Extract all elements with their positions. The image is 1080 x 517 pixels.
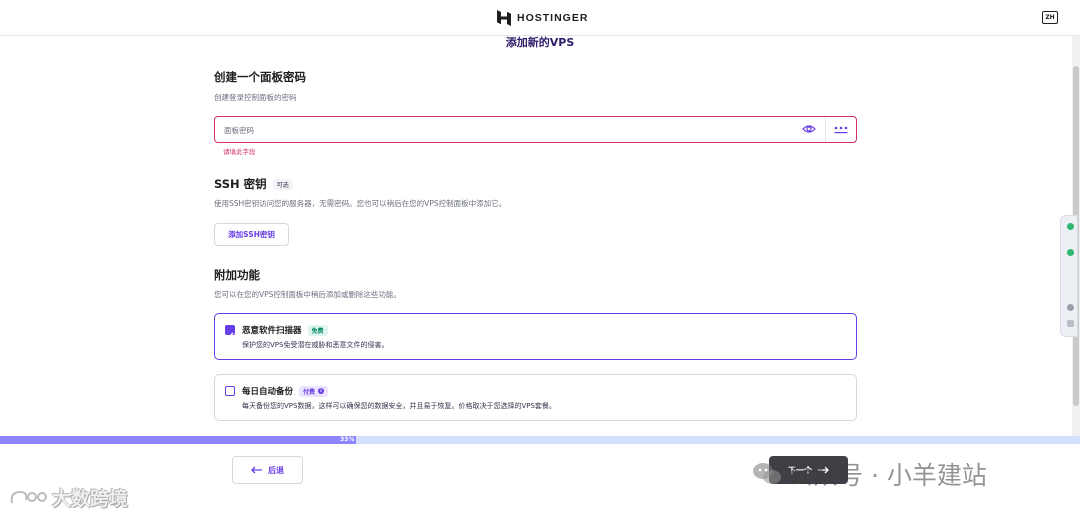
watermark-right-text: 公众号 · 小羊建站 (788, 461, 987, 490)
status-dot-icon (1067, 249, 1074, 256)
ssh-description: 使用SSH密钥访问您的服务器，无需密码。您也可以稍后在您的VPS控制面板中添加它… (214, 199, 507, 208)
page-title: 添加新的VPS (505, 36, 575, 49)
hostinger-logo[interactable]: HOSTINGER (497, 9, 588, 27)
addons-heading: 附加功能 (214, 268, 260, 282)
addon-title: 恶意软件扫描器 免费 (242, 324, 328, 336)
daily-backup-description: 每天备份您的VPS数据，这样可以确保您的数据安全，并且易于恢复。价格取决于您选择… (242, 402, 556, 410)
panel-password-heading: 创建一个面板密码 (214, 70, 306, 84)
language-switcher[interactable]: ZH (1042, 11, 1058, 24)
side-floating-widget[interactable] (1060, 215, 1078, 337)
progress-bar: 33% (0, 436, 1080, 444)
settings-icon[interactable] (1067, 304, 1074, 311)
ssh-heading-text: SSH 密钥 (214, 177, 267, 191)
daily-backup-checkbox[interactable] (225, 386, 235, 396)
daily-backup-title: 每日自动备份 (242, 387, 294, 397)
malware-scanner-title: 恶意软件扫描器 (242, 326, 302, 336)
panel-password-subtitle: 创建登录控制面板的密码 (214, 93, 297, 102)
addon-title: 每日自动备份 付费 i (242, 385, 329, 397)
addon-card-malware-scanner[interactable]: 恶意软件扫描器 免费 保护您的VPS免受潜在威胁和恶意文件的侵害。 (214, 313, 857, 360)
brand-name: HOSTINGER (517, 12, 589, 24)
eye-icon[interactable] (802, 124, 816, 134)
panel-password-field[interactable]: 面板密码 (214, 116, 857, 143)
watermark-left: 大数跨境 (8, 484, 128, 511)
panel-password-input[interactable]: 面板密码 (224, 125, 254, 136)
malware-scanner-description: 保护您的VPS免受潜在威胁和恶意文件的侵害。 (242, 341, 389, 349)
generate-password-icon[interactable] (834, 123, 848, 135)
malware-scanner-checkbox[interactable] (225, 325, 235, 339)
top-header: HOSTINGER ZH (0, 0, 1080, 36)
ssh-heading: SSH 密钥 可选 (214, 176, 293, 192)
watermark-right: 公众号 · 小羊建站 (752, 456, 987, 492)
paid-badge-label: 付费 (303, 388, 316, 396)
free-badge: 免费 (307, 324, 328, 336)
paid-badge: 付费 i (299, 385, 329, 397)
progress-label: 33% (340, 436, 355, 443)
check-icon (226, 332, 234, 339)
progress-fill (0, 436, 356, 444)
addon-card-daily-backup[interactable]: 每日自动备份 付费 i 每天备份您的VPS数据，这样可以确保您的数据安全，并且易… (214, 374, 857, 421)
watermark-left-text: 大数跨境 (52, 488, 129, 510)
status-dot-icon (1067, 223, 1074, 230)
watermark-logo-icon (10, 490, 47, 503)
arrow-left-icon (251, 466, 262, 474)
back-button-label: 后退 (268, 465, 284, 475)
optional-badge: 可选 (272, 179, 293, 190)
addons-description: 您可以在您的VPS控制面板中稍后添加或删除这些功能。 (214, 290, 401, 299)
add-ssh-key-button[interactable]: 添加SSH密钥 (214, 223, 289, 246)
info-icon[interactable]: i (318, 388, 325, 394)
hostinger-logo-icon (497, 10, 511, 26)
back-button[interactable]: 后退 (232, 456, 303, 484)
password-error-message: 请填此字段 (223, 148, 256, 156)
field-divider (825, 117, 826, 142)
document-icon[interactable] (1067, 320, 1074, 327)
wechat-icon (753, 463, 781, 484)
